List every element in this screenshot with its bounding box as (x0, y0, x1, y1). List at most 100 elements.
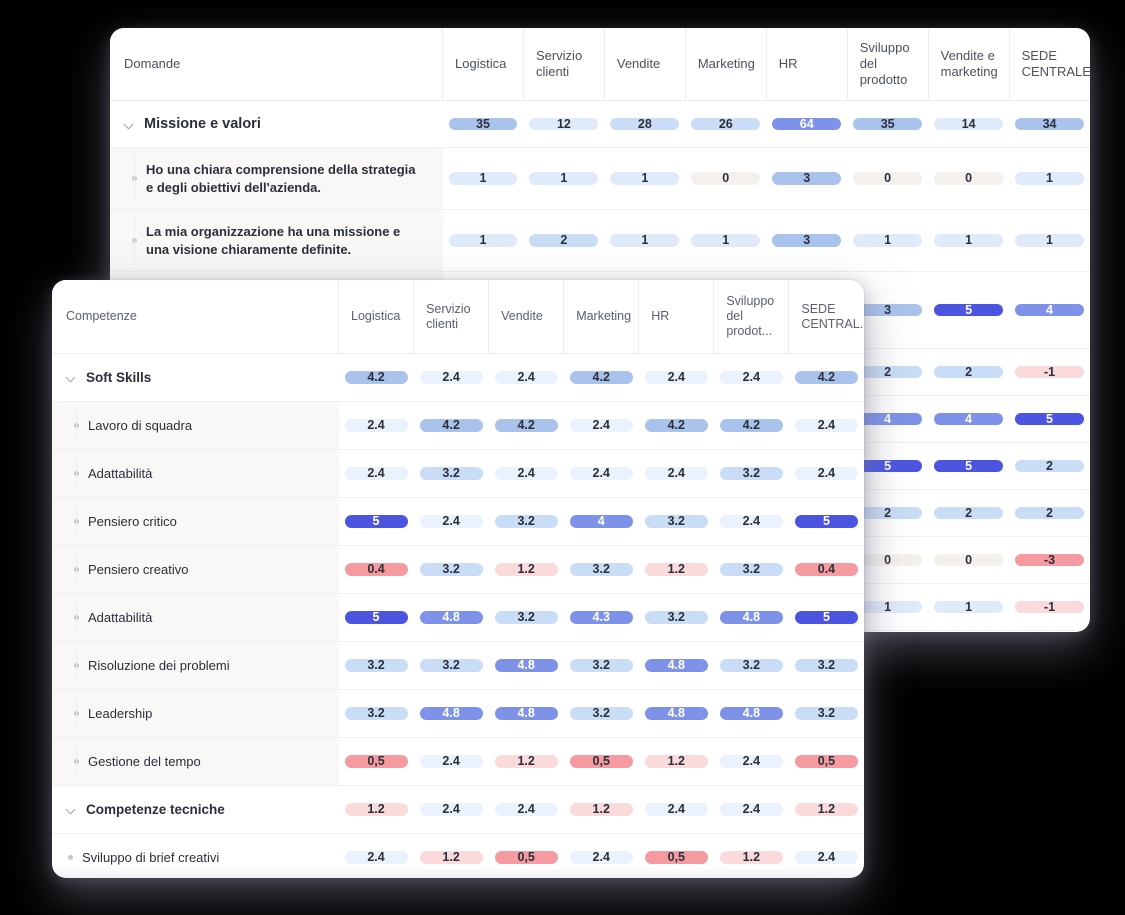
row-label-cell[interactable]: Leadership (52, 689, 339, 738)
heatmap-cell[interactable]: 4.2 (714, 402, 789, 450)
heatmap-cell[interactable]: 1 (1009, 631, 1090, 633)
table-group-row[interactable]: Soft Skills 4.2 2.4 2.4 4.2 2.4 2.4 4.2 (52, 354, 864, 402)
heatmap-cell[interactable]: 2.4 (564, 402, 639, 450)
heatmap-cell[interactable]: -1 (1009, 584, 1090, 631)
heatmap-cell[interactable]: -3 (1009, 537, 1090, 584)
heatmap-cell[interactable]: 1 (604, 148, 685, 210)
row-label-cell[interactable]: Soft Skills (52, 354, 339, 402)
heatmap-cell[interactable]: 3.2 (789, 690, 864, 738)
heatmap-cell[interactable]: 4.8 (414, 690, 489, 738)
table-row[interactable]: Adattabilità 2.4 3.2 2.4 2.4 2.4 3.2 2.4 (52, 449, 864, 498)
heatmap-cell[interactable]: 5 (1009, 396, 1090, 443)
heatmap-cell[interactable]: 3.2 (414, 642, 489, 690)
heatmap-cell[interactable]: 2.4 (714, 786, 789, 834)
heatmap-cell[interactable]: 2 (523, 210, 604, 272)
heatmap-cell[interactable]: 1.2 (714, 834, 789, 879)
heatmap-cell[interactable]: 1 (523, 148, 604, 210)
chevron-down-icon[interactable] (66, 804, 77, 815)
heatmap-cell[interactable]: 35 (443, 101, 524, 148)
heatmap-cell[interactable]: 3.2 (564, 642, 639, 690)
heatmap-cell[interactable]: 5 (789, 498, 864, 546)
heatmap-cell[interactable]: 1 (604, 210, 685, 272)
column-header-sviluppo-prodotto[interactable]: Sviluppo del prodot... (713, 280, 789, 354)
heatmap-cell[interactable]: 3.2 (414, 546, 489, 594)
heatmap-cell[interactable]: 0.4 (789, 546, 864, 594)
heatmap-cell[interactable]: 0 (928, 537, 1009, 584)
heatmap-cell[interactable]: 5 (928, 443, 1009, 490)
column-header-sviluppo-prodotto[interactable]: Sviluppo del prodotto (846, 28, 929, 101)
heatmap-cell[interactable]: 1 (685, 210, 766, 272)
heatmap-cell[interactable]: 0,5 (489, 834, 564, 879)
heatmap-cell[interactable]: 3.2 (639, 594, 714, 642)
heatmap-cell[interactable]: 3.2 (714, 546, 789, 594)
column-header-domande[interactable]: Domande (110, 28, 443, 101)
column-header-sede-centrale[interactable]: SEDE CENTRALE... (1008, 28, 1090, 101)
table-row[interactable]: Pensiero creativo 0.4 3.2 1.2 3.2 1.2 3.2 0.4 (52, 545, 864, 594)
heatmap-cell[interactable]: 2.4 (789, 402, 864, 450)
heatmap-cell[interactable]: 1 (928, 584, 1009, 631)
heatmap-cell[interactable]: 4.2 (414, 402, 489, 450)
heatmap-cell[interactable]: 2 (1009, 443, 1090, 490)
heatmap-cell[interactable]: 2.4 (489, 354, 564, 402)
heatmap-cell[interactable]: 64 (766, 101, 847, 148)
heatmap-cell[interactable]: 2.4 (414, 354, 489, 402)
heatmap-cell[interactable]: 4 (564, 498, 639, 546)
heatmap-cell[interactable]: 4.8 (639, 642, 714, 690)
heatmap-cell[interactable]: 4.2 (789, 354, 864, 402)
heatmap-cell[interactable]: 3 (766, 210, 847, 272)
heatmap-cell[interactable]: 5 (339, 594, 414, 642)
heatmap-cell[interactable]: 3.2 (564, 690, 639, 738)
heatmap-cell[interactable]: 1.2 (639, 738, 714, 786)
heatmap-cell[interactable]: 28 (604, 101, 685, 148)
heatmap-cell[interactable]: 2.4 (414, 786, 489, 834)
table-group-row[interactable]: Missione e valori 35 12 28 26 64 35 14 34 (110, 101, 1090, 148)
heatmap-cell[interactable]: 0,5 (339, 738, 414, 786)
row-label-cell[interactable]: Lavoro di squadra (52, 401, 339, 450)
heatmap-cell[interactable]: 1 (1009, 148, 1090, 210)
heatmap-cell[interactable]: 0.4 (339, 546, 414, 594)
table-row[interactable]: Risoluzione dei problemi 3.2 3.2 4.8 3.2 4.8 3… (52, 641, 864, 690)
row-label-cell[interactable]: Missione e valori (110, 101, 443, 148)
heatmap-cell[interactable]: 3.2 (789, 642, 864, 690)
heatmap-cell[interactable]: 1 (847, 210, 928, 272)
column-header-servizio-clienti[interactable]: Servizio clienti (413, 280, 489, 354)
heatmap-cell[interactable]: 0,5 (564, 738, 639, 786)
heatmap-cell[interactable]: 2.4 (339, 450, 414, 498)
heatmap-cell[interactable]: 4.8 (714, 690, 789, 738)
heatmap-cell[interactable]: 1.2 (489, 738, 564, 786)
column-header-vendite[interactable]: Vendite (488, 280, 564, 354)
table-row[interactable]: Adattabilità 5 4.8 3.2 4.3 3.2 4.8 5 (52, 593, 864, 642)
row-label-cell[interactable]: Risoluzione dei problemi (52, 641, 339, 690)
heatmap-cell[interactable]: 14 (928, 101, 1009, 148)
heatmap-cell[interactable]: 2.4 (564, 450, 639, 498)
table-group-row[interactable]: Competenze tecniche 1.2 2.4 2.4 1.2 2.4 2.4 1.2 (52, 786, 864, 834)
heatmap-cell[interactable]: 35 (847, 101, 928, 148)
heatmap-cell[interactable]: 2.4 (714, 738, 789, 786)
row-label-cell[interactable]: La mia organizzazione ha una missione e … (110, 209, 443, 272)
heatmap-cell[interactable]: 3.2 (564, 546, 639, 594)
heatmap-cell[interactable]: 3 (766, 148, 847, 210)
heatmap-cell[interactable]: 0 (847, 148, 928, 210)
table-row[interactable]: Pensiero critico 5 2.4 3.2 4 3.2 2.4 5 (52, 497, 864, 546)
heatmap-cell[interactable]: 1.2 (789, 786, 864, 834)
heatmap-cell[interactable]: 4.8 (414, 594, 489, 642)
heatmap-cell[interactable]: 1 (928, 210, 1009, 272)
heatmap-cell[interactable]: 2.4 (414, 738, 489, 786)
heatmap-cell[interactable]: 1.2 (639, 546, 714, 594)
heatmap-cell[interactable]: 2.4 (714, 498, 789, 546)
column-header-hr[interactable]: HR (638, 280, 714, 354)
row-label-cell[interactable]: Ho una chiara comprensione della strateg… (110, 147, 443, 210)
heatmap-cell[interactable]: -1 (1009, 349, 1090, 396)
heatmap-cell[interactable]: 2 (928, 490, 1009, 537)
heatmap-cell[interactable]: 4.3 (564, 594, 639, 642)
heatmap-cell[interactable]: 4 (928, 396, 1009, 443)
heatmap-cell[interactable]: 3.2 (489, 498, 564, 546)
table-row[interactable]: La mia organizzazione ha una missione e … (110, 209, 1090, 272)
heatmap-cell[interactable]: 4.2 (489, 402, 564, 450)
heatmap-cell[interactable]: 3.2 (414, 450, 489, 498)
row-label-cell[interactable]: Adattabilità (52, 449, 339, 498)
heatmap-cell[interactable]: 1.2 (414, 834, 489, 879)
column-header-marketing[interactable]: Marketing (563, 280, 639, 354)
heatmap-cell[interactable]: 2.4 (639, 786, 714, 834)
heatmap-cell[interactable]: 4.2 (564, 354, 639, 402)
